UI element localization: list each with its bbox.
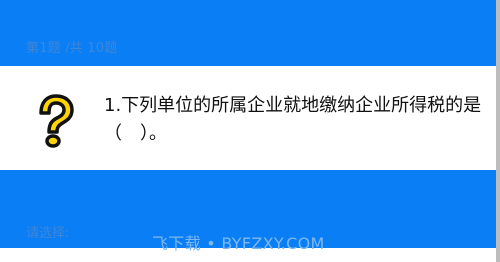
question-mark-icon: [39, 94, 74, 148]
header-bar: 第1题 /共 10题: [0, 0, 496, 66]
scrollbar[interactable]: [496, 0, 500, 262]
quiz-screen: 第1题 /共 10题 1.下列单位的所属企业就地缴纳企业所得税的是（ ）。 请选…: [0, 0, 500, 262]
choose-prompt: 请选择:: [26, 226, 70, 241]
question-text: 1.下列单位的所属企业就地缴纳企业所得税的是（ ）。: [104, 95, 482, 144]
watermark: 飞下载 • BYFZXY.COM: [152, 234, 325, 253]
question-progress: 第1题 /共 10题: [26, 41, 118, 56]
question-card: 1.下列单位的所属企业就地缴纳企业所得税的是（ ）。: [0, 66, 496, 170]
